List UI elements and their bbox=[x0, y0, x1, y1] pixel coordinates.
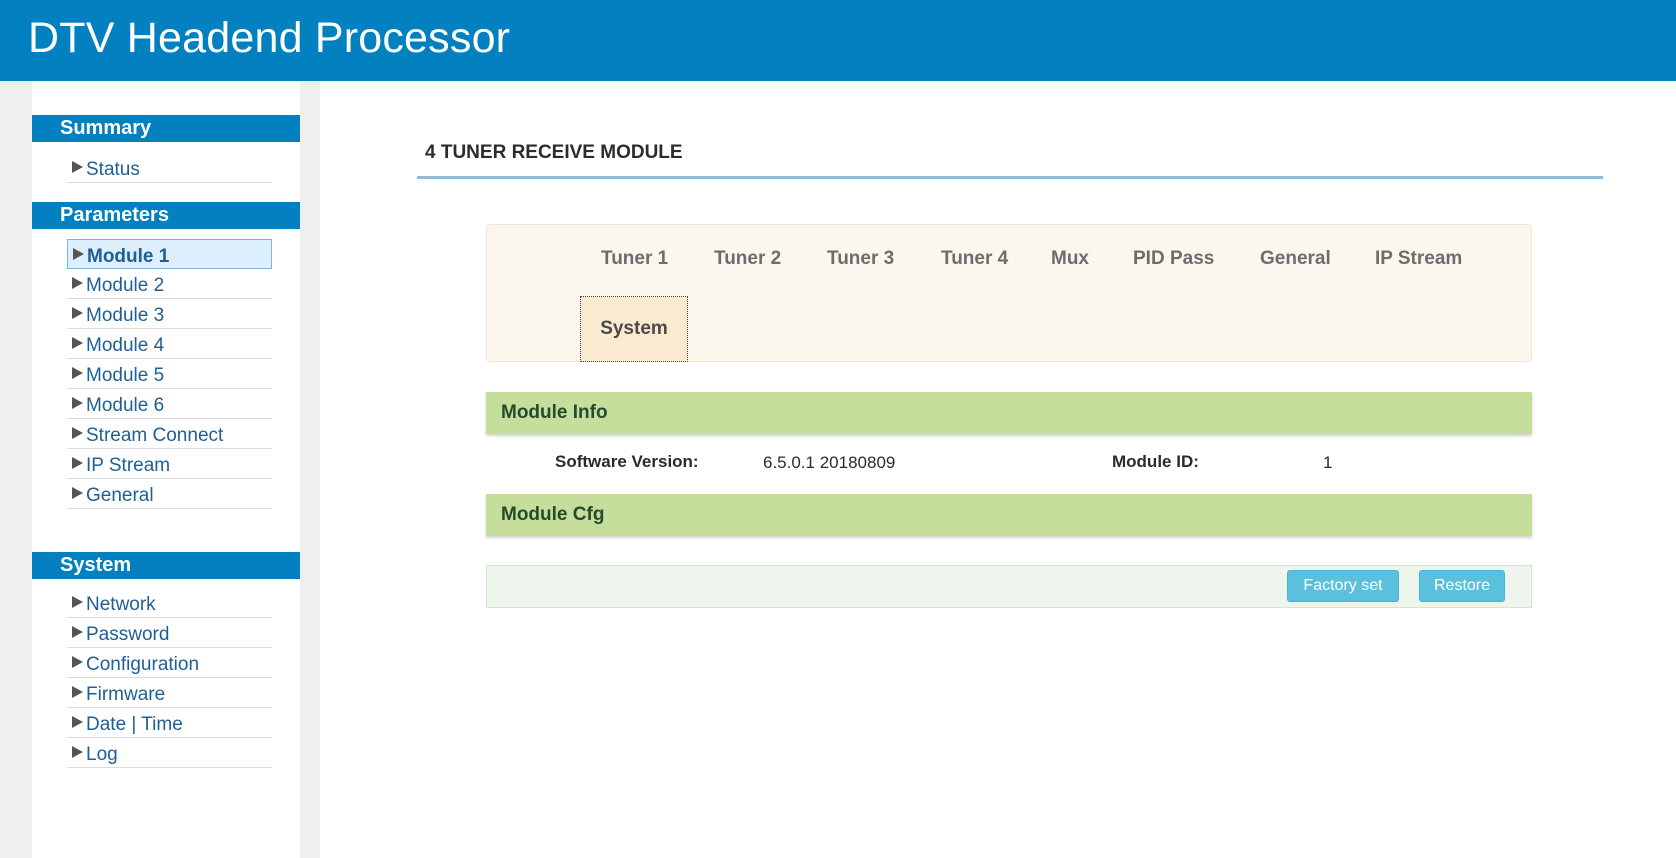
triangle-right-icon bbox=[72, 487, 83, 499]
tab-tuner-4[interactable]: Tuner 4 bbox=[941, 248, 1008, 270]
factory-set-button[interactable]: Factory set bbox=[1287, 570, 1399, 602]
action-bar: Factory set Restore bbox=[486, 565, 1532, 608]
triangle-right-icon bbox=[72, 626, 83, 638]
triangle-right-icon bbox=[72, 397, 83, 409]
software-version-value: 6.5.0.1 20180809 bbox=[763, 453, 896, 472]
sidebar-item-label: Status bbox=[86, 159, 140, 180]
tab-mux[interactable]: Mux bbox=[1051, 248, 1089, 270]
triangle-right-icon bbox=[72, 367, 83, 379]
sidebar-item-stream-connect[interactable]: Stream Connect bbox=[67, 419, 272, 449]
sidebar-item-configuration[interactable]: Configuration bbox=[67, 648, 272, 678]
tab-system[interactable]: System bbox=[580, 296, 688, 362]
sidebar-item-label: Module 2 bbox=[86, 275, 165, 296]
tab-tuner-2[interactable]: Tuner 2 bbox=[714, 248, 781, 270]
sidebar-item-module-4[interactable]: Module 4 bbox=[67, 329, 272, 359]
sidebar-item-label: Module 5 bbox=[86, 365, 165, 386]
tab-general[interactable]: General bbox=[1260, 248, 1331, 270]
sidebar: Summary Status Parameters Module 1 Modul… bbox=[32, 81, 300, 858]
triangle-right-icon bbox=[72, 656, 83, 668]
sidebar-item-status[interactable]: Status bbox=[67, 153, 272, 183]
sidebar-item-ip-stream[interactable]: IP Stream bbox=[67, 449, 272, 479]
sidebar-item-label: Module 3 bbox=[86, 305, 165, 326]
triangle-right-icon bbox=[72, 596, 83, 608]
header-bar: DTV Headend Processor bbox=[0, 0, 1676, 81]
triangle-right-icon bbox=[72, 337, 83, 349]
module-info-header: Module Info bbox=[486, 392, 1532, 434]
triangle-right-icon bbox=[72, 277, 83, 289]
sidebar-heading-summary: Summary bbox=[32, 115, 300, 142]
sidebar-item-module-3[interactable]: Module 3 bbox=[67, 299, 272, 329]
triangle-right-icon bbox=[72, 686, 83, 698]
triangle-right-icon bbox=[72, 307, 83, 319]
sidebar-item-password[interactable]: Password bbox=[67, 618, 272, 648]
sidebar-item-label: Date | Time bbox=[86, 714, 183, 735]
sidebar-item-label: IP Stream bbox=[86, 455, 171, 476]
module-id-value: 1 bbox=[1323, 453, 1333, 472]
module-id-label: Module ID: bbox=[1112, 452, 1199, 471]
sidebar-item-label: Password bbox=[86, 624, 170, 645]
sidebar-item-label: Log bbox=[86, 744, 118, 765]
triangle-right-icon bbox=[72, 716, 83, 728]
sidebar-item-label: Module 4 bbox=[86, 335, 165, 356]
tab-ip-stream[interactable]: IP Stream bbox=[1375, 248, 1462, 270]
app-title: DTV Headend Processor bbox=[28, 14, 511, 62]
sidebar-item-module-1[interactable]: Module 1 bbox=[67, 239, 272, 269]
sidebar-item-module-5[interactable]: Module 5 bbox=[67, 359, 272, 389]
triangle-right-icon bbox=[72, 161, 83, 173]
sidebar-item-module-6[interactable]: Module 6 bbox=[67, 389, 272, 419]
sidebar-heading-system: System bbox=[32, 552, 300, 579]
sidebar-item-firmware[interactable]: Firmware bbox=[67, 678, 272, 708]
module-cfg-header: Module Cfg bbox=[486, 494, 1532, 536]
sidebar-item-label: Configuration bbox=[86, 654, 200, 675]
page-title: 4 TUNER RECEIVE MODULE bbox=[425, 142, 683, 163]
sidebar-item-label: Firmware bbox=[86, 684, 166, 705]
sidebar-item-date-time[interactable]: Date | Time bbox=[67, 708, 272, 738]
sidebar-list-summary: Status bbox=[67, 153, 272, 183]
tab-tuner-1[interactable]: Tuner 1 bbox=[601, 248, 668, 270]
triangle-right-icon bbox=[72, 457, 83, 469]
sidebar-item-label: Module 1 bbox=[87, 246, 170, 267]
sidebar-item-label: Network bbox=[86, 594, 156, 615]
sidebar-item-general[interactable]: General bbox=[67, 479, 272, 509]
sidebar-heading-parameters: Parameters bbox=[32, 202, 300, 229]
sidebar-list-system: Network Password Configuration Firmware … bbox=[67, 588, 272, 768]
sidebar-item-module-2[interactable]: Module 2 bbox=[67, 269, 272, 299]
sidebar-item-label: Stream Connect bbox=[86, 425, 224, 446]
tab-pid-pass[interactable]: PID Pass bbox=[1133, 248, 1214, 270]
sidebar-list-parameters: Module 1 Module 2 Module 3 Module 4 Modu… bbox=[67, 239, 272, 509]
sidebar-item-network[interactable]: Network bbox=[67, 588, 272, 618]
sidebar-item-log[interactable]: Log bbox=[67, 738, 272, 768]
tab-tuner-3[interactable]: Tuner 3 bbox=[827, 248, 894, 270]
sidebar-item-label: General bbox=[86, 485, 154, 506]
triangle-right-icon bbox=[72, 746, 83, 758]
restore-button[interactable]: Restore bbox=[1419, 570, 1505, 602]
main-content: 4 TUNER RECEIVE MODULE Tuner 1 Tuner 2 T… bbox=[320, 81, 1676, 858]
sidebar-item-label: Module 6 bbox=[86, 395, 165, 416]
software-version-label: Software Version: bbox=[555, 452, 699, 471]
triangle-right-icon bbox=[72, 427, 83, 439]
tab-bar: Tuner 1 Tuner 2 Tuner 3 Tuner 4 Mux PID … bbox=[486, 224, 1532, 362]
title-divider bbox=[417, 176, 1603, 179]
triangle-right-icon bbox=[73, 248, 84, 260]
